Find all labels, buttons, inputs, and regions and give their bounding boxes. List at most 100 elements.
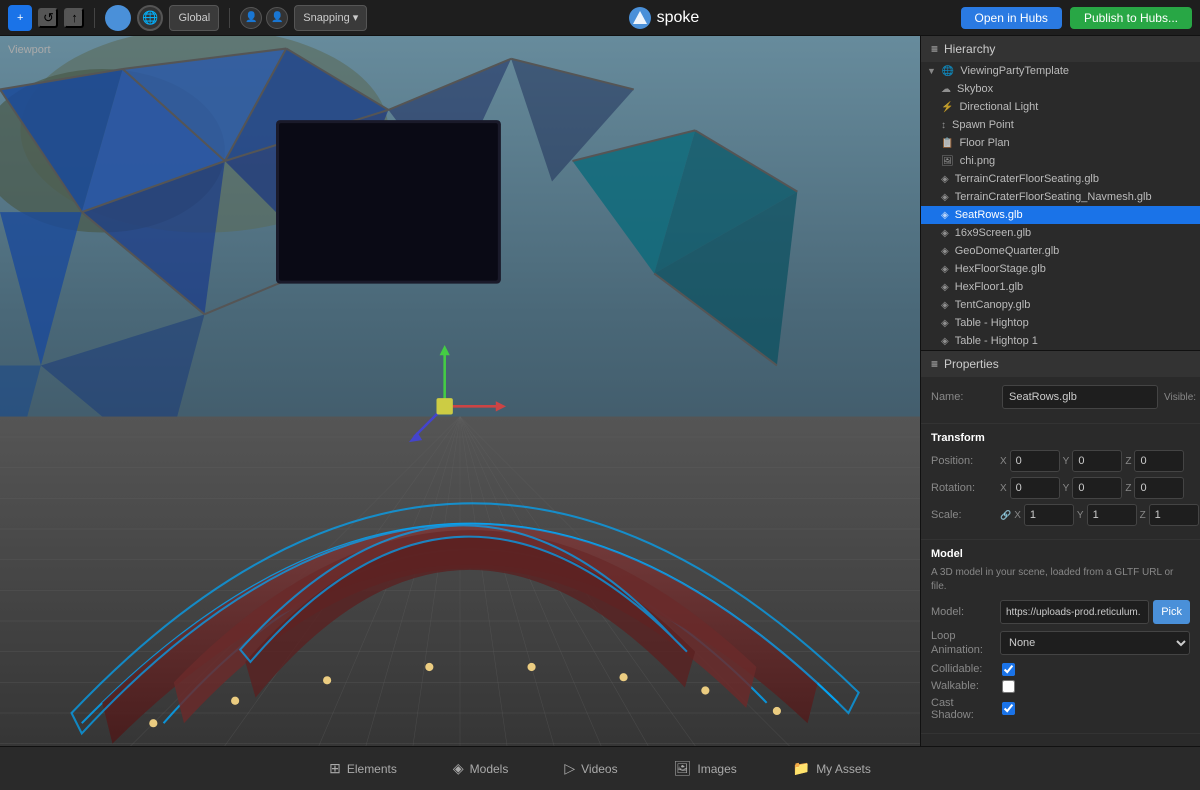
hierarchy-item-skybox[interactable]: ☁Skybox [921,80,1200,98]
collidable-checkbox[interactable] [1002,663,1015,676]
pos-z-input[interactable] [1134,450,1184,472]
loop-anim-select[interactable]: None [1000,631,1190,655]
hierarchy-item-root[interactable]: ▼ 🌐 ViewingPartyTemplate [921,62,1200,80]
hierarchy-arrow: ▼ [927,66,936,76]
logo: spoke [629,7,700,29]
hierarchy-item-icon: ◈ [941,318,949,329]
bottom-tab-icon: ⊞ [329,760,341,777]
model-url-row: Model: Pick [931,600,1190,624]
pos-x-label: X [1000,456,1007,467]
model-label: Model: [931,606,996,618]
bottom-tab-models[interactable]: ◈ Models [445,756,516,781]
bottom-tab-label: Models [470,762,509,776]
visible-label: Visible: [1164,392,1196,403]
global-button[interactable]: Global [169,5,219,31]
model-desc: A 3D model in your scene, loaded from a … [931,566,1190,594]
loop-anim-label: LoopAnimation: [931,629,996,658]
hierarchy-item-icon: 🌐 [942,66,954,77]
hierarchy-item-icon: 📋 [941,138,953,149]
bottom-tab-my-assets[interactable]: 📁My Assets [785,756,879,781]
hierarchy-item-seatrows[interactable]: ◈SeatRows.glb [921,206,1200,224]
properties-header: ≡ Properties [921,351,1200,377]
hierarchy-item-hexfloor1[interactable]: ◈HexFloor1.glb [921,278,1200,296]
hierarchy-icon: ≡ [931,42,938,56]
name-input[interactable] [1002,385,1158,409]
hierarchy-item-icon: ◈ [941,264,949,275]
hierarchy-item-icon: ◈ [941,336,949,347]
add-button[interactable]: + [8,5,32,31]
pos-y-label: Y [1063,456,1070,467]
hierarchy-item-chipng[interactable]: 🖼chi.png [921,152,1200,170]
hierarchy-item-spawn[interactable]: ↕Spawn Point [921,116,1200,134]
toolbar-right: Open in Hubs Publish to Hubs... [961,7,1192,29]
scale-y-input[interactable] [1087,504,1137,526]
scale-x-input[interactable] [1024,504,1074,526]
hierarchy-item-icon: ◈ [941,174,949,185]
upload-button[interactable]: ↑ [64,8,84,28]
pos-x-input[interactable] [1010,450,1060,472]
hierarchy-title: Hierarchy [944,42,995,56]
bottom-tab-label: Elements [347,762,397,776]
hierarchy-item-floorplan[interactable]: 📋Floor Plan [921,134,1200,152]
hierarchy-item-tentcanopy[interactable]: ◈TentCanopy.glb [921,296,1200,314]
viewport[interactable]: Viewport [0,36,920,746]
hierarchy-item-icon: ☁ [941,84,951,95]
hierarchy-item-terrain2[interactable]: ◈TerrainCraterFloorSeating_Navmesh.glb [921,188,1200,206]
main-area: Viewport [0,36,1200,746]
model-url-input[interactable] [1000,600,1149,624]
hierarchy-item-label: Table - Hightop [955,317,1029,329]
bottom-tab-images[interactable]: 🖼 Images [666,756,745,781]
bottom-tab-label: Images [697,762,736,776]
hierarchy-item-label: SeatRows.glb [955,209,1023,221]
hierarchy-item-dirlight[interactable]: ⚡Directional Light [921,98,1200,116]
hierarchy-item-tablehigh[interactable]: ◈ Table - Hightop [921,314,1200,332]
transform-section: Transform Position: X Y Z Rotation: [921,424,1200,540]
pick-button[interactable]: Pick [1153,600,1190,624]
scene-canvas [0,36,920,746]
pos-z-label: Z [1125,456,1131,467]
hierarchy-item-icon: ◈ [941,228,949,239]
hierarchy-item-tablehigh1[interactable]: ◈Table - Hightop 1 [921,332,1200,350]
hierarchy-item-geodome[interactable]: ◈GeoDomeQuarter.glb [921,242,1200,260]
rot-y-label: Y [1063,483,1070,494]
rotation-label: Rotation: [931,482,996,494]
rot-z-input[interactable] [1134,477,1184,499]
hierarchy-header: ≡ Hierarchy [921,36,1200,62]
bottom-tab-icon: 📁 [793,760,810,777]
walkable-checkbox[interactable] [1002,680,1015,693]
hierarchy-item-label: TerrainCraterFloorSeating.glb [955,173,1099,185]
rot-x-input[interactable] [1010,477,1060,499]
cast-shadow-checkbox[interactable] [1002,702,1015,715]
hierarchy-item-label: 16x9Screen.glb [955,227,1031,239]
bottom-tab-elements[interactable]: ⊞ Elements [321,756,405,781]
loop-anim-row: LoopAnimation: None [931,629,1190,658]
bottom-tab-icon: ◈ [453,760,464,777]
hierarchy-item-label: ViewingPartyTemplate [960,65,1069,77]
transform-title: Transform [931,432,1190,444]
rotation-xyz: X Y Z [1000,477,1190,499]
hierarchy-item-hexfloorstage[interactable]: ◈HexFloorStage.glb [921,260,1200,278]
hierarchy-item-icon: ↕ [941,120,946,131]
scale-z-input[interactable] [1149,504,1199,526]
model-title: Model [931,548,1190,560]
sphere-mode-icon[interactable] [105,5,131,31]
bottom-tab-videos[interactable]: ▷Videos [556,756,625,781]
hierarchy-item-icon: ◈ [941,300,949,311]
position-xyz: X Y Z [1000,450,1190,472]
logo-icon [629,7,651,29]
bottom-tab-icon: 🖼 [674,760,692,777]
snapping-button[interactable]: Snapping ▾ [294,5,367,31]
globe-mode-icon[interactable]: 🌐 [137,5,163,31]
publish-to-hubs-button[interactable]: Publish to Hubs... [1070,7,1192,29]
hierarchy-item-icon: 🖼 [941,156,954,167]
refresh-button[interactable]: ↺ [38,8,58,28]
rot-y-input[interactable] [1072,477,1122,499]
lock-icon: 🔗 [1000,510,1011,521]
pos-y-input[interactable] [1072,450,1122,472]
bottom-bar: ⊞ Elements ◈ Models ▷Videos 🖼 Images 📁My Assets [0,746,1200,790]
open-in-hubs-button[interactable]: Open in Hubs [961,7,1062,29]
hierarchy-item-screen[interactable]: ◈ 16x9Screen.glb [921,224,1200,242]
position-label: Position: [931,455,996,467]
hierarchy-item-label: TerrainCraterFloorSeating_Navmesh.glb [955,191,1152,203]
hierarchy-item-terrain1[interactable]: ◈ TerrainCraterFloorSeating.glb [921,170,1200,188]
